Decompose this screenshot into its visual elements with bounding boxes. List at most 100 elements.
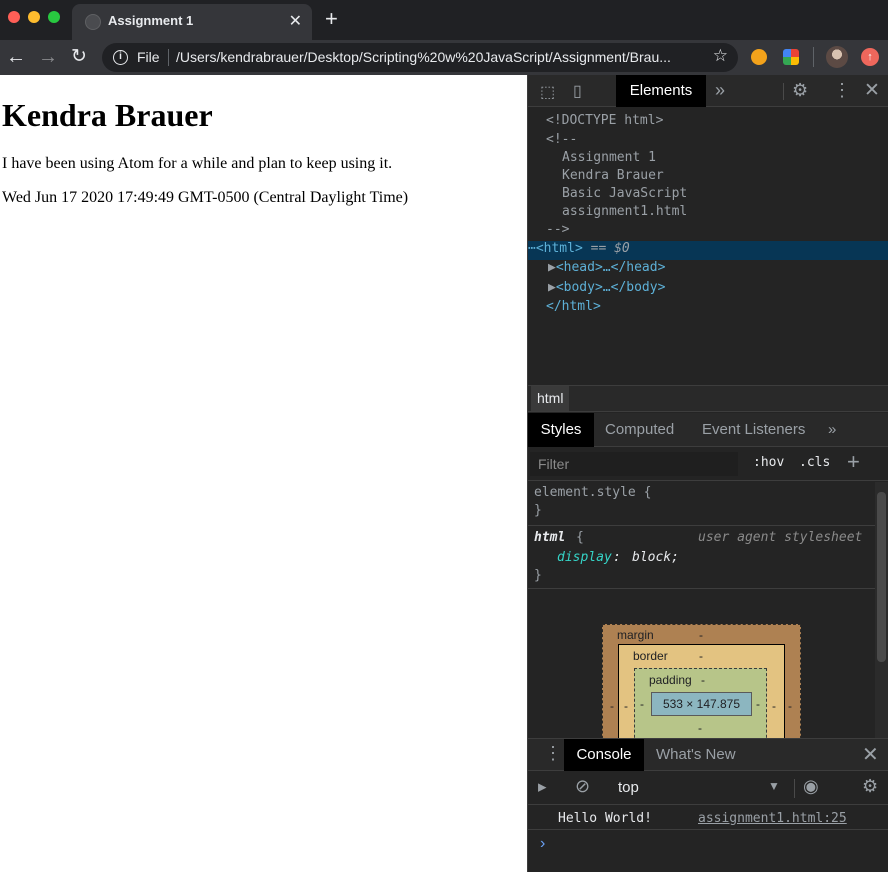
padding-bottom-value: - bbox=[698, 721, 702, 735]
reload-icon[interactable]: ↻ bbox=[71, 44, 87, 70]
forward-arrow-icon[interactable]: → bbox=[38, 44, 58, 70]
rule-selector[interactable]: element.style { bbox=[534, 485, 651, 500]
gear-icon[interactable]: ⚙ bbox=[792, 80, 808, 101]
page-paragraph: I have been using Atom for a while and p… bbox=[2, 155, 393, 172]
dom-body-text: <body>…</body> bbox=[555, 280, 666, 295]
tab-strip: Assignment 1 ✕ + bbox=[0, 0, 888, 40]
css-property-name[interactable]: display bbox=[557, 550, 612, 565]
clear-console-icon[interactable]: ⊘ bbox=[575, 776, 590, 797]
more-subtabs-icon[interactable]: » bbox=[828, 413, 836, 447]
rule-selector[interactable]: html bbox=[534, 530, 565, 545]
box-model-content-size[interactable]: 533 × 147.875 bbox=[651, 692, 752, 716]
dom-comment-line[interactable]: Kendra Brauer bbox=[528, 168, 888, 187]
box-model-padding[interactable]: padding - - - - 533 × 147.875 bbox=[634, 668, 767, 738]
class-toggle[interactable]: .cls bbox=[799, 455, 830, 470]
address-divider bbox=[168, 49, 169, 66]
dom-comment-close[interactable]: --> bbox=[528, 222, 888, 241]
chevron-down-icon[interactable]: ▼ bbox=[768, 779, 780, 793]
tab-title: Assignment 1 bbox=[108, 13, 194, 28]
tab-computed[interactable]: Computed bbox=[605, 413, 674, 447]
styles-filterbar: Filter :hov .cls + bbox=[528, 448, 888, 481]
breadcrumb-html[interactable]: html bbox=[531, 386, 570, 411]
rule-element-style: element.style { } bbox=[528, 482, 875, 526]
border-right-value: - bbox=[772, 699, 776, 713]
tab-whats-new[interactable]: What's New bbox=[656, 739, 736, 771]
hover-state-toggle[interactable]: :hov bbox=[753, 455, 784, 470]
console-message-source-link[interactable]: assignment1.html:25 bbox=[698, 811, 847, 826]
dom-body-node[interactable]: ▶<body>…</body> bbox=[528, 280, 888, 299]
dom-html-close[interactable]: </html> bbox=[528, 299, 888, 318]
styles-subtabs: Styles Computed Event Listeners » bbox=[528, 413, 888, 447]
dom-doctype[interactable]: <!DOCTYPE html> bbox=[528, 113, 888, 132]
close-icon[interactable]: ✕ bbox=[864, 79, 880, 102]
page-heading: Kendra Brauer bbox=[2, 97, 213, 133]
browser-tab[interactable]: Assignment 1 ✕ bbox=[72, 4, 312, 40]
photos-extension-icon[interactable] bbox=[783, 49, 799, 65]
new-rule-icon[interactable]: + bbox=[847, 449, 860, 475]
margin-left-value: - bbox=[610, 699, 614, 713]
page-viewport: Kendra Brauer I have been using Atom for… bbox=[0, 75, 527, 872]
console-message-text: Hello World! bbox=[558, 811, 652, 826]
bookmark-star-icon[interactable]: ☆ bbox=[713, 46, 728, 66]
address-bar[interactable]: i File /Users/kendrabrauer/Desktop/Scrip… bbox=[102, 43, 738, 72]
border-left-value: - bbox=[624, 699, 628, 713]
devtools-tabbar: ⬚ ▯ Elements » ⚙ ⋮ ✕ bbox=[528, 75, 888, 107]
rule-html: html { user agent stylesheet display : b… bbox=[528, 527, 875, 589]
eye-icon[interactable]: ◉ bbox=[803, 776, 819, 797]
info-icon[interactable]: i bbox=[113, 50, 128, 65]
dom-comment-open[interactable]: <!-- bbox=[528, 132, 888, 151]
rule-brace: { bbox=[576, 530, 584, 545]
padding-top-value: - bbox=[701, 673, 705, 687]
dom-html-node-selected[interactable]: ⋯<html> == $0 bbox=[528, 241, 888, 260]
globe-icon bbox=[85, 14, 101, 30]
inspect-element-icon[interactable]: ⬚ bbox=[540, 82, 555, 102]
device-toolbar-icon[interactable]: ▯ bbox=[573, 81, 582, 101]
window-zoom-button[interactable] bbox=[48, 11, 60, 23]
tab-event-listeners[interactable]: Event Listeners bbox=[702, 413, 805, 447]
dom-head-node[interactable]: ▶<head>…</head> bbox=[528, 260, 888, 279]
more-tabs-icon[interactable]: » bbox=[715, 80, 725, 101]
rule-origin: user agent stylesheet bbox=[698, 530, 863, 545]
rule-brace: } bbox=[534, 568, 542, 583]
dom-html-open: <html> bbox=[535, 241, 583, 256]
box-model-border[interactable]: border - - - padding - - - - 533 × 147.8… bbox=[618, 644, 785, 738]
kebab-menu-icon[interactable]: ⋮ bbox=[833, 80, 851, 101]
profile-avatar[interactable] bbox=[826, 46, 848, 68]
update-icon[interactable]: ↑ bbox=[861, 48, 879, 66]
border-top-value: - bbox=[699, 649, 703, 663]
drawer-menu-icon[interactable]: ⋮ bbox=[544, 743, 562, 764]
address-url[interactable]: /Users/kendrabrauer/Desktop/Scripting%20… bbox=[176, 49, 696, 65]
scrollbar-thumb[interactable] bbox=[877, 492, 886, 662]
styles-scrollbar[interactable] bbox=[875, 482, 888, 739]
styles-filter-input[interactable]: Filter bbox=[530, 452, 738, 476]
extension-icon[interactable] bbox=[751, 49, 767, 65]
tab-elements[interactable]: Elements bbox=[616, 75, 706, 107]
new-tab-button[interactable]: + bbox=[325, 8, 338, 30]
dom-comment-line[interactable]: assignment1.html bbox=[528, 204, 888, 223]
padding-label: padding bbox=[649, 673, 692, 687]
console-prompt-icon[interactable]: › bbox=[540, 835, 545, 853]
expand-triangle-icon[interactable]: ▶ bbox=[548, 280, 556, 295]
margin-top-value: - bbox=[699, 628, 703, 642]
tab-close-icon[interactable]: ✕ bbox=[289, 11, 302, 31]
padding-right-value: - bbox=[756, 697, 760, 711]
sidebar-toggle-icon[interactable]: ▸ bbox=[538, 777, 547, 797]
context-selector[interactable]: top bbox=[618, 779, 639, 796]
css-property-value[interactable]: block; bbox=[632, 550, 679, 565]
back-arrow-icon[interactable]: ← bbox=[6, 44, 26, 70]
tab-styles[interactable]: Styles bbox=[528, 413, 594, 447]
expand-triangle-icon[interactable]: ▶ bbox=[548, 260, 556, 275]
box-model-diagram: margin - - - border - - - padding - - - … bbox=[528, 588, 875, 738]
console-toolbar-divider bbox=[794, 779, 795, 798]
window-minimize-button[interactable] bbox=[28, 11, 40, 23]
console-gear-icon[interactable]: ⚙ bbox=[862, 776, 878, 797]
box-model-margin[interactable]: margin - - - border - - - padding - - - … bbox=[602, 624, 801, 738]
border-label: border bbox=[633, 649, 668, 663]
dom-head-text: <head>…</head> bbox=[555, 260, 666, 275]
drawer-close-icon[interactable]: ✕ bbox=[862, 742, 879, 767]
window-close-button[interactable] bbox=[8, 11, 20, 23]
tab-console[interactable]: Console bbox=[564, 739, 644, 771]
dom-comment-line[interactable]: Assignment 1 bbox=[528, 150, 888, 169]
dom-comment-line[interactable]: Basic JavaScript bbox=[528, 186, 888, 205]
dom-selected-marker: == $0 bbox=[590, 241, 630, 256]
